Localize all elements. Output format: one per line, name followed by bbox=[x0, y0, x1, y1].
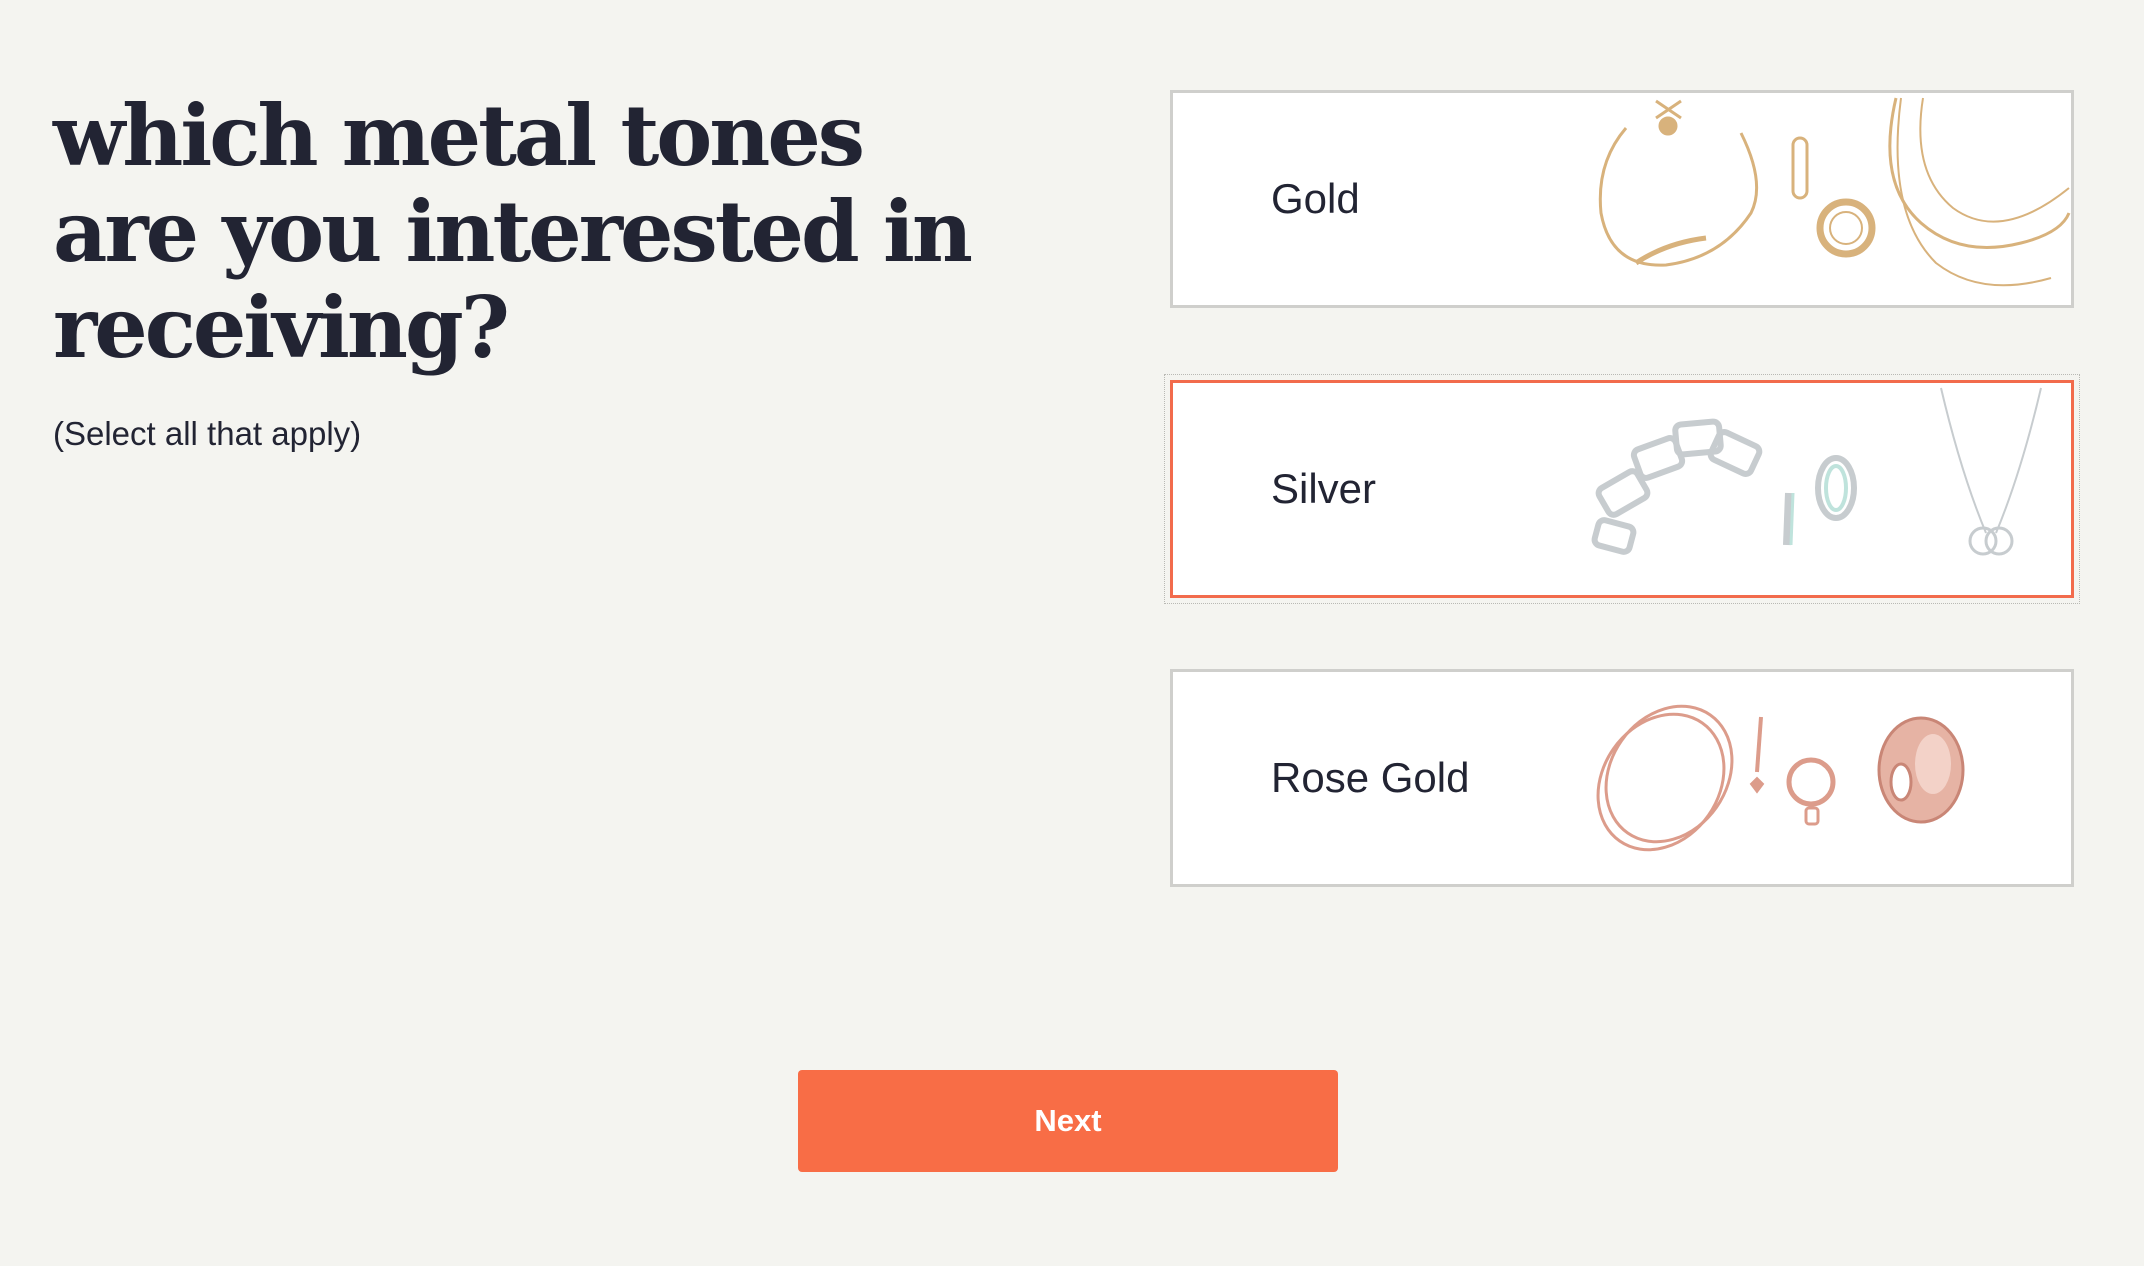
title-line-3: receiving? bbox=[53, 278, 510, 377]
rose-gold-jewelry-icon bbox=[1596, 704, 1965, 852]
option-gold-label: Gold bbox=[1271, 175, 1360, 222]
silver-jewelry-icon bbox=[1591, 387, 2042, 556]
option-rose-gold[interactable]: Rose Gold bbox=[1170, 669, 2074, 887]
title-line-2: are you interested in bbox=[53, 182, 973, 281]
next-button[interactable]: Next bbox=[798, 1070, 1338, 1172]
page-title: which metal tones are you interested in … bbox=[53, 88, 973, 376]
option-rose-gold-label: Rose Gold bbox=[1271, 754, 1470, 801]
option-gold[interactable]: Gold bbox=[1170, 90, 2074, 308]
select-all-hint: (Select all that apply) bbox=[53, 415, 362, 452]
gold-jewelry-icon bbox=[1598, 97, 2071, 287]
title-line-1: which metal tones bbox=[53, 86, 865, 185]
option-silver[interactable]: Silver bbox=[1164, 374, 2080, 604]
option-silver-label: Silver bbox=[1271, 465, 1377, 512]
